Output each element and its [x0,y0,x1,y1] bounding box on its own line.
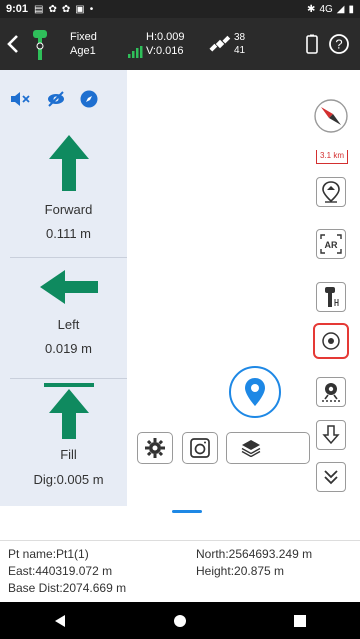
notification-icon: ▤ [34,3,44,15]
current-location-button[interactable] [229,366,281,418]
north-coordinate: North:2564693.249 m [196,547,313,561]
dot-icon: • [89,3,94,15]
antenna-button[interactable] [316,282,346,312]
nav-home-icon[interactable] [173,614,187,628]
expand-button[interactable] [316,462,346,492]
base-distance: Base Dist:2074.669 m [8,581,127,595]
mute-icon[interactable] [10,91,32,112]
signal-bars-icon [128,46,143,58]
divider [10,378,127,379]
satellite-icon [206,29,234,59]
hide-icon[interactable] [46,91,66,112]
north-arrow-icon[interactable] [313,98,349,134]
antenna-icon [325,287,339,307]
left-section: Left 0.019 m [10,270,127,356]
layers-button[interactable] [226,432,310,464]
ar-icon: AR [320,234,342,254]
compass-icon[interactable] [80,90,98,113]
settings-notification-icon: ✿ [48,3,57,15]
left-value: 0.019 m [45,341,92,356]
page-indicator [172,510,202,513]
east-coordinate: East:440319.072 m [8,564,113,578]
nav-back-icon[interactable] [53,614,67,628]
forward-label: Forward [44,202,93,217]
bluetooth-icon: ✱ [307,3,316,15]
arrow-left-icon [39,270,98,304]
divider [10,257,127,258]
app-header: Fixed Age1 H:0.009 V:0.016 38 41 ? [0,18,360,70]
camera-icon [190,438,210,458]
svg-text:?: ? [335,37,342,52]
download-button[interactable] [316,420,346,450]
point-target-icon [322,181,340,203]
system-nav-bar [0,602,360,639]
network-label: 4G [319,3,333,15]
status-bar: 9:01 ▤ ✿ ✿ ▣ • ✱ 4G ◢ ▮ [0,0,360,18]
forward-value: 0.111 m [45,226,92,241]
age-label: Age1 [70,45,96,57]
settings-button[interactable] [137,432,173,464]
fill-label: Fill [60,447,77,462]
v-precision: V:0.016 [146,45,184,57]
h-precision: H:0.009 [146,31,185,43]
ar-button[interactable]: AR [316,229,346,259]
location-pin-icon [245,378,265,406]
gallery-notification-icon: ▣ [75,3,85,15]
device-battery-icon[interactable] [306,34,318,54]
clock: 9:01 [6,3,29,15]
settings-notification-icon: ✿ [61,3,71,15]
gnss-receiver-icon [26,18,56,70]
layers-icon [241,440,261,457]
back-button[interactable] [0,18,26,70]
height-value: Height:20.875 m [196,564,285,578]
signal-icon: ◢ [336,3,345,15]
target-button[interactable] [313,323,349,359]
download-arrow-icon [322,425,340,445]
help-icon[interactable]: ? [328,33,350,55]
settings-icon [145,438,165,458]
guidance-tools [10,90,98,113]
battery-icon: ▮ [348,3,354,15]
fix-status: Fixed [70,31,97,43]
point-target-button[interactable] [316,177,346,207]
point-name: Pt name:Pt1(1) [8,547,89,561]
dig-value: Dig:0.005 m [33,472,104,487]
forward-section: Forward 0.111 m [10,135,127,241]
svg-text:AR: AR [325,240,338,250]
fill-section: Fill Dig:0.005 m [10,383,127,487]
stakeout-point-button[interactable] [316,377,346,407]
sats-used: 38 [234,32,246,43]
sats-visible: 41 [234,45,246,56]
left-label: Left [57,317,80,332]
chevron-left-icon [7,35,18,53]
target-icon [322,332,340,350]
stakeout-point-icon [322,383,340,402]
point-info-panel: Pt name:Pt1(1) North:2564693.249 m East:… [0,540,360,602]
chevron-double-down-icon [324,470,338,485]
map-scale: 3.1 km [316,150,348,164]
fill-arrow-icon [43,383,94,439]
arrow-up-icon [48,135,89,191]
nav-recents-icon[interactable] [293,614,307,628]
camera-button[interactable] [182,432,218,464]
